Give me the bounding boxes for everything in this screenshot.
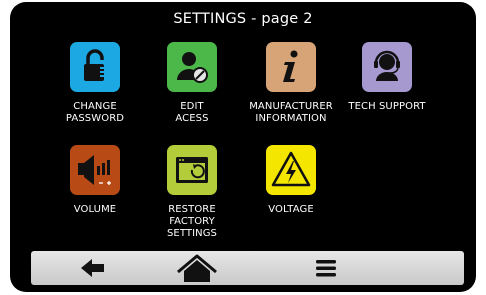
page-title: SETTINGS - page 2 [173, 11, 313, 27]
menu-icon [316, 260, 336, 277]
restore-factory-settings-label: RESTORE FACTORY SETTINGS [166, 204, 218, 239]
info-icon [266, 42, 316, 92]
bottom-nav-bar [31, 251, 464, 285]
voltage-label: VOLTAGE [268, 204, 314, 215]
volume-label: VOLUME [73, 204, 117, 215]
home-icon [177, 254, 217, 282]
manufacturer-information-label: MANUFACTURER INFORMATION [249, 101, 333, 124]
padlock-icon [70, 42, 120, 92]
arrow-left-icon [81, 259, 104, 277]
home-button[interactable] [167, 251, 227, 285]
user-edit-icon [167, 42, 217, 92]
headset-icon [362, 42, 412, 92]
tech-support-label: TECH SUPPORT [348, 101, 426, 112]
menu-button[interactable] [296, 251, 356, 285]
restore-icon [167, 145, 217, 195]
device-screen: SETTINGS - page 2 CHANGE PASSWORD EDIT A… [10, 2, 476, 292]
speaker-icon [70, 145, 120, 195]
back-button[interactable] [63, 251, 123, 285]
edit-access-label: EDIT ACESS [175, 101, 209, 124]
change-password-label: CHANGE PASSWORD [65, 101, 125, 124]
high-voltage-icon [266, 145, 316, 195]
